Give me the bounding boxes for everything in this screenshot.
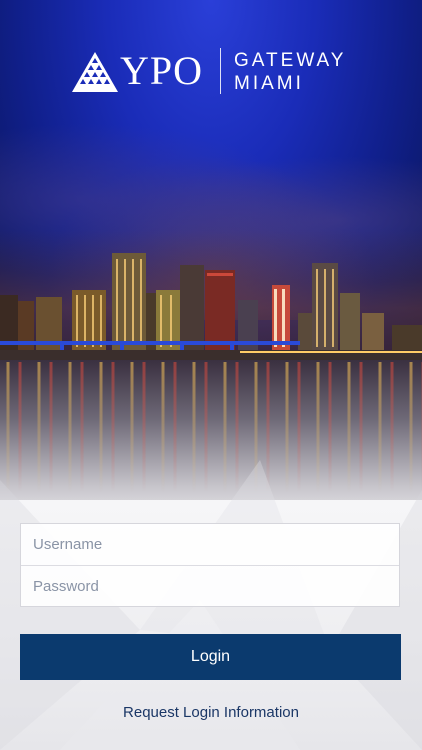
username-field[interactable] <box>21 524 399 565</box>
login-screen: YPO GATEWAY MIAMI Login Request Login In… <box>0 0 422 750</box>
request-login-information-link[interactable]: Request Login Information <box>0 702 422 724</box>
ypo-gateway-miami-logo: YPO GATEWAY MIAMI <box>72 46 362 98</box>
ypo-triangle-icon <box>72 52 118 92</box>
login-form <box>20 523 400 607</box>
logo-brand-text: YPO <box>120 48 204 93</box>
logo-chapter-line-2: MIAMI <box>234 73 304 94</box>
password-field[interactable] <box>21 566 399 607</box>
login-button[interactable]: Login <box>20 634 401 680</box>
logo-chapter-line-1: GATEWAY <box>234 50 347 71</box>
city-skyline <box>0 253 422 360</box>
logo-divider <box>220 48 221 94</box>
